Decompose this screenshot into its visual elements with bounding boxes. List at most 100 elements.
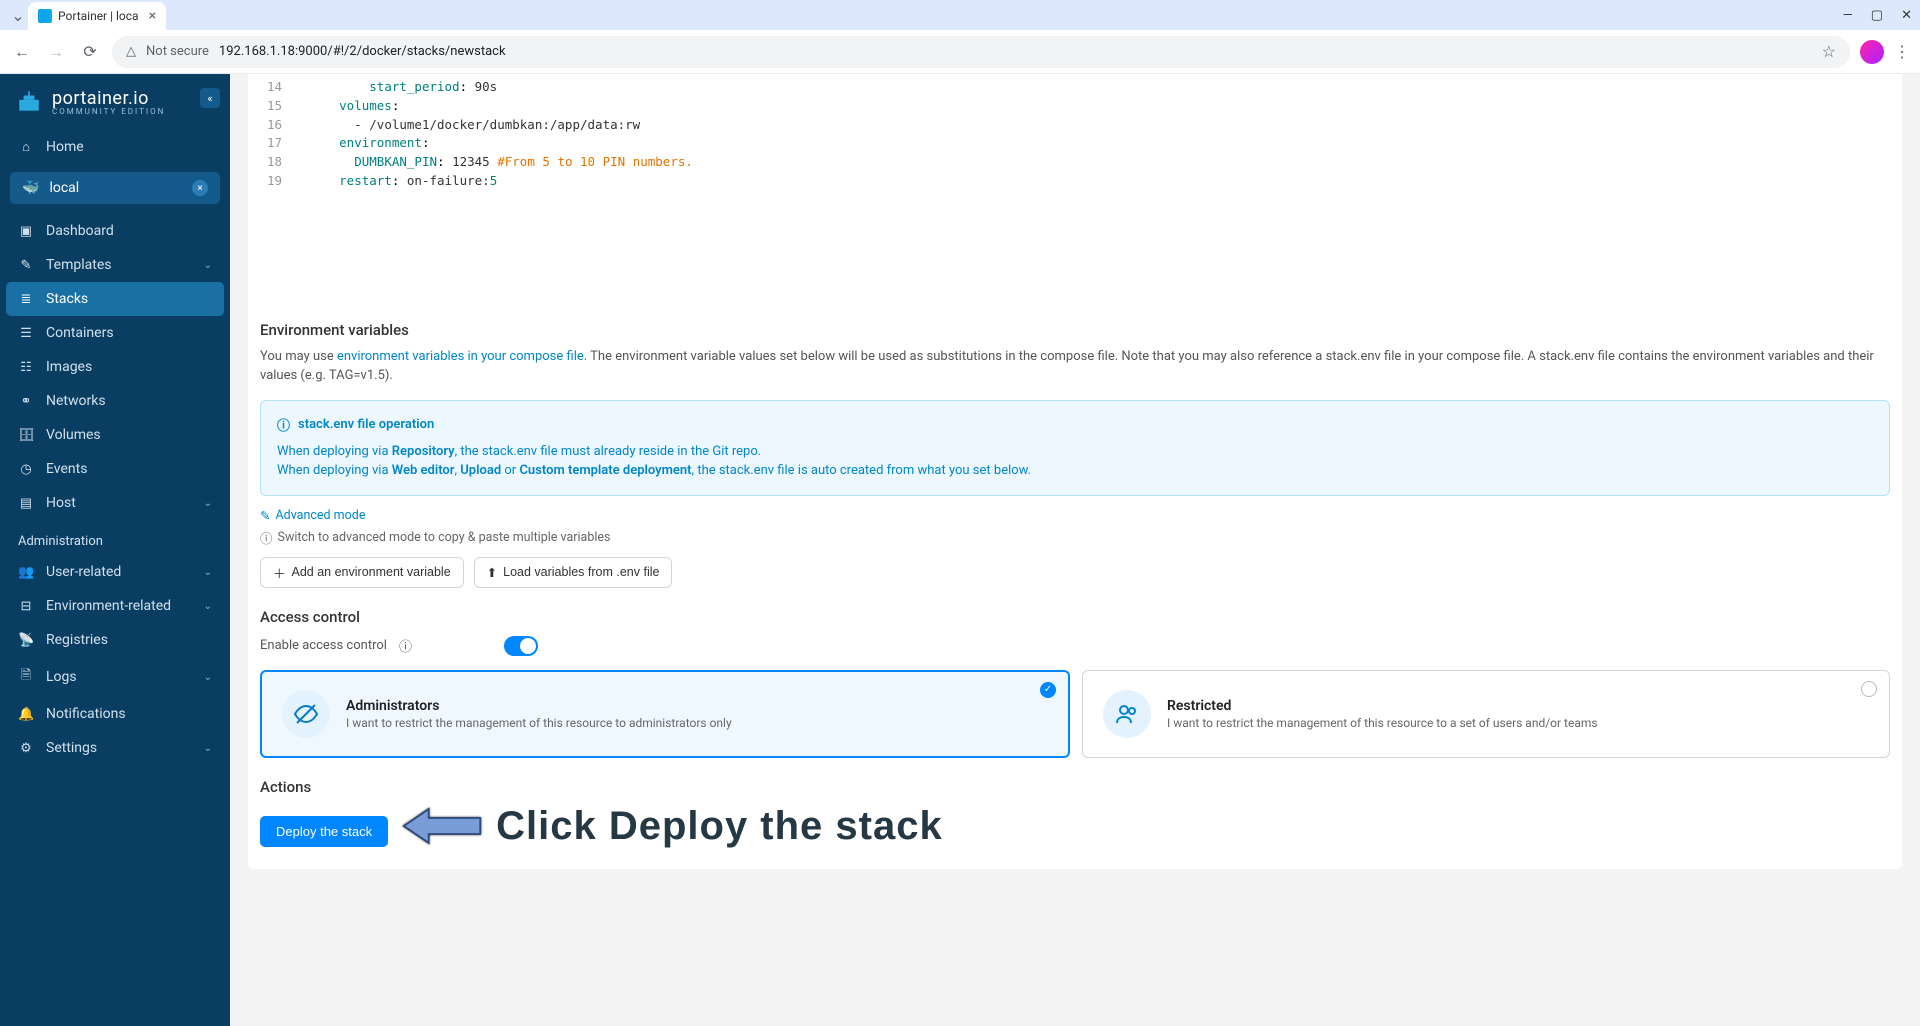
logo: portainer.io COMMUNITY EDITION (0, 74, 230, 130)
check-icon: ✓ (1040, 682, 1056, 698)
deploy-stack-button[interactable]: Deploy the stack (260, 816, 388, 847)
browser-menu-icon[interactable]: ⋮ (1894, 42, 1910, 61)
reload-button[interactable]: ⟳ (78, 42, 102, 61)
site-security-label: Not secure (146, 44, 209, 59)
address-bar[interactable]: △ Not secure 192.168.1.18:9000/#!/2/dock… (112, 36, 1850, 68)
url-text: 192.168.1.18:9000/#!/2/docker/stacks/new… (219, 44, 506, 59)
chevron-down-icon: ⌄ (204, 498, 212, 509)
sidebar-item-containers[interactable]: ☰Containers (0, 316, 230, 350)
site-security-icon[interactable]: △ (126, 44, 136, 59)
gear-icon: ⚙ (18, 741, 34, 756)
chevron-down-icon: ⌄ (204, 260, 212, 271)
upload-icon: ⬆ (487, 565, 497, 580)
sidebar-item-logs[interactable]: 🗎Logs⌄ (0, 657, 230, 697)
env-vars-help: You may use environment variables in you… (260, 347, 1890, 386)
sidebar-item-notifications[interactable]: 🔔Notifications (0, 697, 230, 731)
code-line[interactable]: 16 - /volume1/docker/dumbkan:/app/data:r… (248, 116, 1902, 135)
plus-icon: ＋ (273, 563, 286, 582)
browser-toolbar: ← → ⟳ △ Not secure 192.168.1.18:9000/#!/… (0, 30, 1920, 74)
close-icon[interactable]: × (192, 180, 208, 196)
access-control-title: Access control (260, 608, 1890, 626)
sidebar-item-user-related[interactable]: 👥User-related⌄ (0, 555, 230, 589)
sidebar-item-events[interactable]: ◷Events (0, 452, 230, 486)
host-icon: ▤ (18, 496, 34, 511)
tab-title: Portainer | loca (58, 9, 139, 23)
code-line[interactable]: 18 DUMBKAN_PIN: 12345 #From 5 to 10 PIN … (248, 153, 1902, 172)
sidebar-item-volumes[interactable]: 🗄Volumes (0, 418, 230, 452)
window-minimize-icon[interactable]: ― (1843, 8, 1853, 23)
browser-tab[interactable]: Portainer | loca × (28, 2, 166, 30)
bell-icon: 🔔 (18, 707, 34, 722)
sidebar-item-dashboard[interactable]: ▣Dashboard (0, 214, 230, 248)
window-controls: ― ▢ ✕ (1843, 8, 1912, 23)
sidebar-item-images[interactable]: ☷Images (0, 350, 230, 384)
forward-button[interactable]: → (44, 42, 68, 62)
compose-editor[interactable]: 14 start_period: 90s15 volumes:16 - /vol… (248, 74, 1902, 301)
access-card-desc: I want to restrict the management of thi… (1167, 716, 1598, 730)
access-option-administrators[interactable]: Administrators I want to restrict the ma… (260, 670, 1070, 758)
sidebar-item-registries[interactable]: 📡Registries (0, 623, 230, 657)
info-icon: ⓘ (260, 528, 273, 547)
access-card-title: Administrators (346, 698, 732, 714)
browser-tabstrip: ⌄ Portainer | loca × ― ▢ ✕ (0, 0, 1920, 30)
info-title-text: stack.env file operation (298, 417, 434, 432)
sidebar-item-host[interactable]: ▤Host⌄ (0, 486, 230, 520)
code-line[interactable]: 19 restart: on-failure:5 (248, 172, 1902, 191)
advanced-mode-link[interactable]: ✎Advanced mode (260, 508, 1890, 524)
profile-avatar[interactable] (1860, 40, 1884, 64)
access-option-restricted[interactable]: Restricted I want to restrict the manage… (1082, 670, 1890, 758)
actions-title: Actions (260, 778, 1890, 796)
add-env-var-button[interactable]: ＋Add an environment variable (260, 557, 464, 588)
access-card-desc: I want to restrict the management of thi… (346, 716, 732, 730)
sidebar-item-templates[interactable]: ✎Templates⌄ (0, 248, 230, 282)
advanced-mode-hint: ⓘSwitch to advanced mode to copy & paste… (260, 528, 1890, 547)
logo-text: portainer.io (52, 88, 165, 109)
env-name: local (49, 180, 79, 196)
env-vars-title: Environment variables (260, 321, 1890, 339)
docker-icon: 🐳 (22, 180, 39, 196)
portainer-logo-icon (16, 89, 42, 115)
window-close-icon[interactable]: ✕ (1901, 8, 1912, 23)
networks-icon: ⚭ (18, 394, 34, 409)
home-icon: ⌂ (18, 139, 34, 155)
access-control-toggle[interactable] (504, 636, 538, 656)
templates-icon: ✎ (18, 258, 34, 273)
info-icon: ⓘ (277, 415, 290, 434)
load-env-file-button[interactable]: ⬆Load variables from .env file (474, 557, 673, 588)
volumes-icon: 🗄 (18, 428, 34, 443)
edit-icon: ✎ (260, 508, 270, 524)
annotation-text: Click Deploy the stack (496, 804, 943, 849)
chevron-down-icon: ⌄ (204, 601, 212, 612)
tab-search-dropdown[interactable]: ⌄ (8, 6, 28, 25)
eye-off-icon (282, 690, 330, 738)
sidebar-environment-pill[interactable]: 🐳 local × (10, 172, 220, 204)
environment-icon: ⊟ (18, 599, 34, 614)
sidebar-item-networks[interactable]: ⚭Networks (0, 384, 230, 418)
chevron-down-icon: ⌄ (204, 672, 212, 683)
dashboard-icon: ▣ (18, 224, 34, 239)
env-vars-doc-link[interactable]: environment variables in your compose fi… (337, 349, 584, 364)
sidebar-collapse-button[interactable]: « (200, 88, 220, 108)
users-icon: 👥 (18, 565, 34, 580)
events-icon: ◷ (18, 462, 34, 477)
code-line[interactable]: 14 start_period: 90s (248, 78, 1902, 97)
chevron-down-icon: ⌄ (204, 743, 212, 754)
tab-favicon-icon (38, 9, 52, 23)
back-button[interactable]: ← (10, 42, 34, 62)
sidebar-item-home[interactable]: ⌂Home (0, 130, 230, 164)
help-icon[interactable]: ⓘ (399, 636, 412, 655)
window-maximize-icon[interactable]: ▢ (1871, 8, 1883, 23)
sidebar-item-stacks[interactable]: ≣Stacks (6, 282, 224, 316)
sidebar-item-environment-related[interactable]: ⊟Environment-related⌄ (0, 589, 230, 623)
tab-close-icon[interactable]: × (149, 8, 156, 24)
sidebar-item-settings[interactable]: ⚙Settings⌄ (0, 731, 230, 765)
stack-env-info-box: ⓘstack.env file operation When deploying… (260, 400, 1890, 496)
access-card-title: Restricted (1167, 698, 1598, 714)
bookmark-icon[interactable]: ☆ (1822, 42, 1836, 61)
stacks-icon: ≣ (18, 292, 34, 307)
code-line[interactable]: 17 environment: (248, 134, 1902, 153)
users-icon (1103, 690, 1151, 738)
annotation-arrow-icon (402, 804, 482, 848)
stack-panel: 14 start_period: 90s15 volumes:16 - /vol… (248, 74, 1902, 869)
code-line[interactable]: 15 volumes: (248, 97, 1902, 116)
